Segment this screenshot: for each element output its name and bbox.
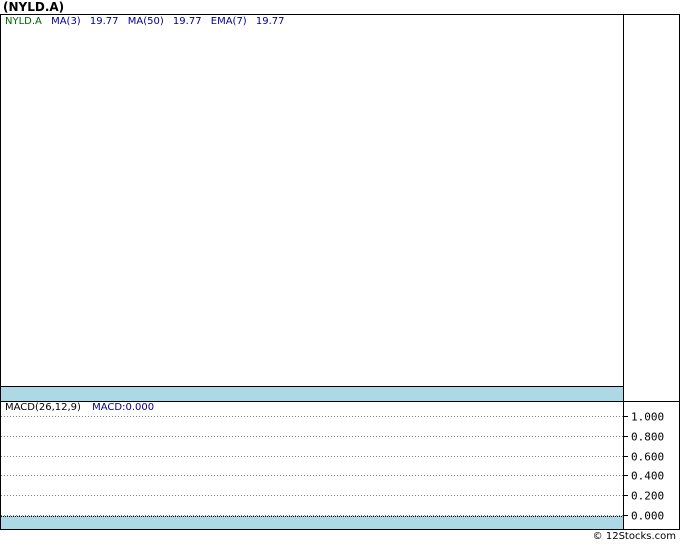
legend-ema7-value: 19.77 (255, 16, 285, 27)
legend-ma3-value: 19.77 (89, 16, 119, 27)
macd-legend: MACD(26,12,9) MACD:0.000 (5, 402, 154, 413)
legend-symbol: NYLD.A (5, 16, 42, 27)
footer-credit: © 12Stocks.com (592, 531, 676, 542)
chart-title: (NYLD.A) (3, 0, 65, 14)
macd-legend-value: MACD:0.000 (92, 402, 155, 413)
legend-ema7-label: EMA(7) (210, 16, 247, 27)
price-panel[interactable] (0, 14, 624, 387)
macd-axis (624, 402, 680, 530)
legend-ma3-label: MA(3) (51, 16, 81, 27)
price-axis (624, 14, 680, 402)
macd-panel[interactable] (0, 402, 624, 516)
price-panel-band (0, 387, 624, 402)
legend-ma50-value: 19.77 (172, 16, 202, 27)
legend-ma50-label: MA(50) (127, 16, 164, 27)
macd-legend-label: MACD(26,12,9) (5, 402, 81, 413)
price-legend: NYLD.A MA(3) 19.77 MA(50) 19.77 EMA(7) 1… (5, 16, 291, 27)
macd-panel-band (0, 516, 624, 530)
